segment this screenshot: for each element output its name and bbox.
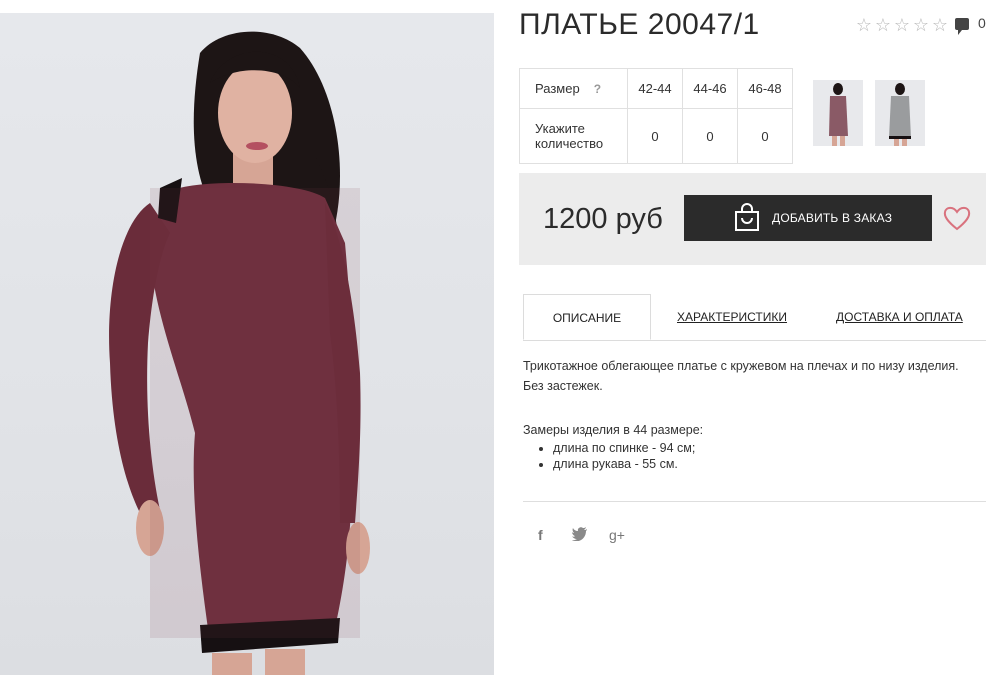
quantity-label-line2: количество bbox=[535, 136, 604, 151]
thumbnail-burgundy[interactable] bbox=[813, 80, 863, 146]
star-outline-icon[interactable]: ☆ bbox=[874, 16, 892, 34]
star-outline-icon[interactable]: ☆ bbox=[855, 16, 873, 34]
price: 1200 руб bbox=[543, 203, 663, 235]
comment-count: 0 bbox=[978, 15, 986, 31]
comment-icon[interactable] bbox=[955, 18, 969, 35]
help-icon[interactable]: ? bbox=[594, 82, 601, 96]
quantity-label-line1: Укажите bbox=[535, 121, 585, 136]
size-44-46: 44-46 bbox=[682, 68, 738, 109]
product-title: ПЛАТЬЕ 20047/1 bbox=[519, 8, 760, 41]
heart-icon[interactable] bbox=[943, 205, 971, 236]
facebook-icon[interactable]: f bbox=[538, 527, 543, 543]
list-item: длина рукава - 55 см. bbox=[553, 456, 986, 472]
star-outline-icon[interactable]: ☆ bbox=[931, 16, 949, 34]
description-panel: Трикотажное облегающее платье с кружевом… bbox=[523, 356, 986, 472]
description-line2: Без застежек. bbox=[523, 379, 603, 393]
rating-stars[interactable]: ☆ ☆ ☆ ☆ ☆ bbox=[855, 16, 949, 34]
star-outline-icon[interactable]: ☆ bbox=[893, 16, 911, 34]
add-to-order-button[interactable]: ДОБАВИТЬ В ЗАКАЗ bbox=[684, 195, 932, 241]
model-dress-image bbox=[109, 31, 370, 675]
list-item: длина по спинке - 94 см; bbox=[553, 440, 986, 456]
size-label: Размер bbox=[535, 81, 580, 96]
quantity-input-42-44[interactable]: 0 bbox=[627, 108, 683, 164]
twitter-icon[interactable] bbox=[571, 527, 588, 544]
size-table: Размер? 42-44 44-46 46-48 Укажите количе… bbox=[519, 68, 793, 164]
tab-characteristics[interactable]: ХАРАКТЕРИСТИКИ bbox=[677, 294, 787, 340]
product-photo[interactable] bbox=[0, 13, 494, 675]
quantity-input-46-48[interactable]: 0 bbox=[737, 108, 793, 164]
quantity-label-cell: Укажите количество bbox=[519, 108, 628, 164]
size-label-cell: Размер? bbox=[519, 68, 628, 109]
measures-list: длина по спинке - 94 см; длина рукава - … bbox=[523, 440, 986, 472]
google-plus-icon[interactable]: g+ bbox=[609, 527, 625, 543]
add-to-order-label: ДОБАВИТЬ В ЗАКАЗ bbox=[772, 211, 893, 225]
size-42-44: 42-44 bbox=[627, 68, 683, 109]
divider bbox=[523, 501, 986, 502]
quantity-input-44-46[interactable]: 0 bbox=[682, 108, 738, 164]
star-outline-icon[interactable]: ☆ bbox=[912, 16, 930, 34]
description-line1: Трикотажное облегающее платье с кружевом… bbox=[523, 359, 959, 373]
tab-description[interactable]: ОПИСАНИЕ bbox=[523, 294, 651, 340]
price-box: 1200 руб ДОБАВИТЬ В ЗАКАЗ bbox=[519, 173, 986, 265]
tab-delivery[interactable]: ДОСТАВКА И ОПЛАТА bbox=[836, 294, 963, 340]
measures-title: Замеры изделия в 44 размере: bbox=[523, 423, 704, 437]
shopping-bag-icon bbox=[734, 202, 760, 234]
info-tabs: ОПИСАНИЕ ХАРАКТЕРИСТИКИ ДОСТАВКА И ОПЛАТ… bbox=[523, 294, 986, 341]
size-46-48: 46-48 bbox=[737, 68, 793, 109]
thumbnail-grey[interactable] bbox=[875, 80, 925, 146]
